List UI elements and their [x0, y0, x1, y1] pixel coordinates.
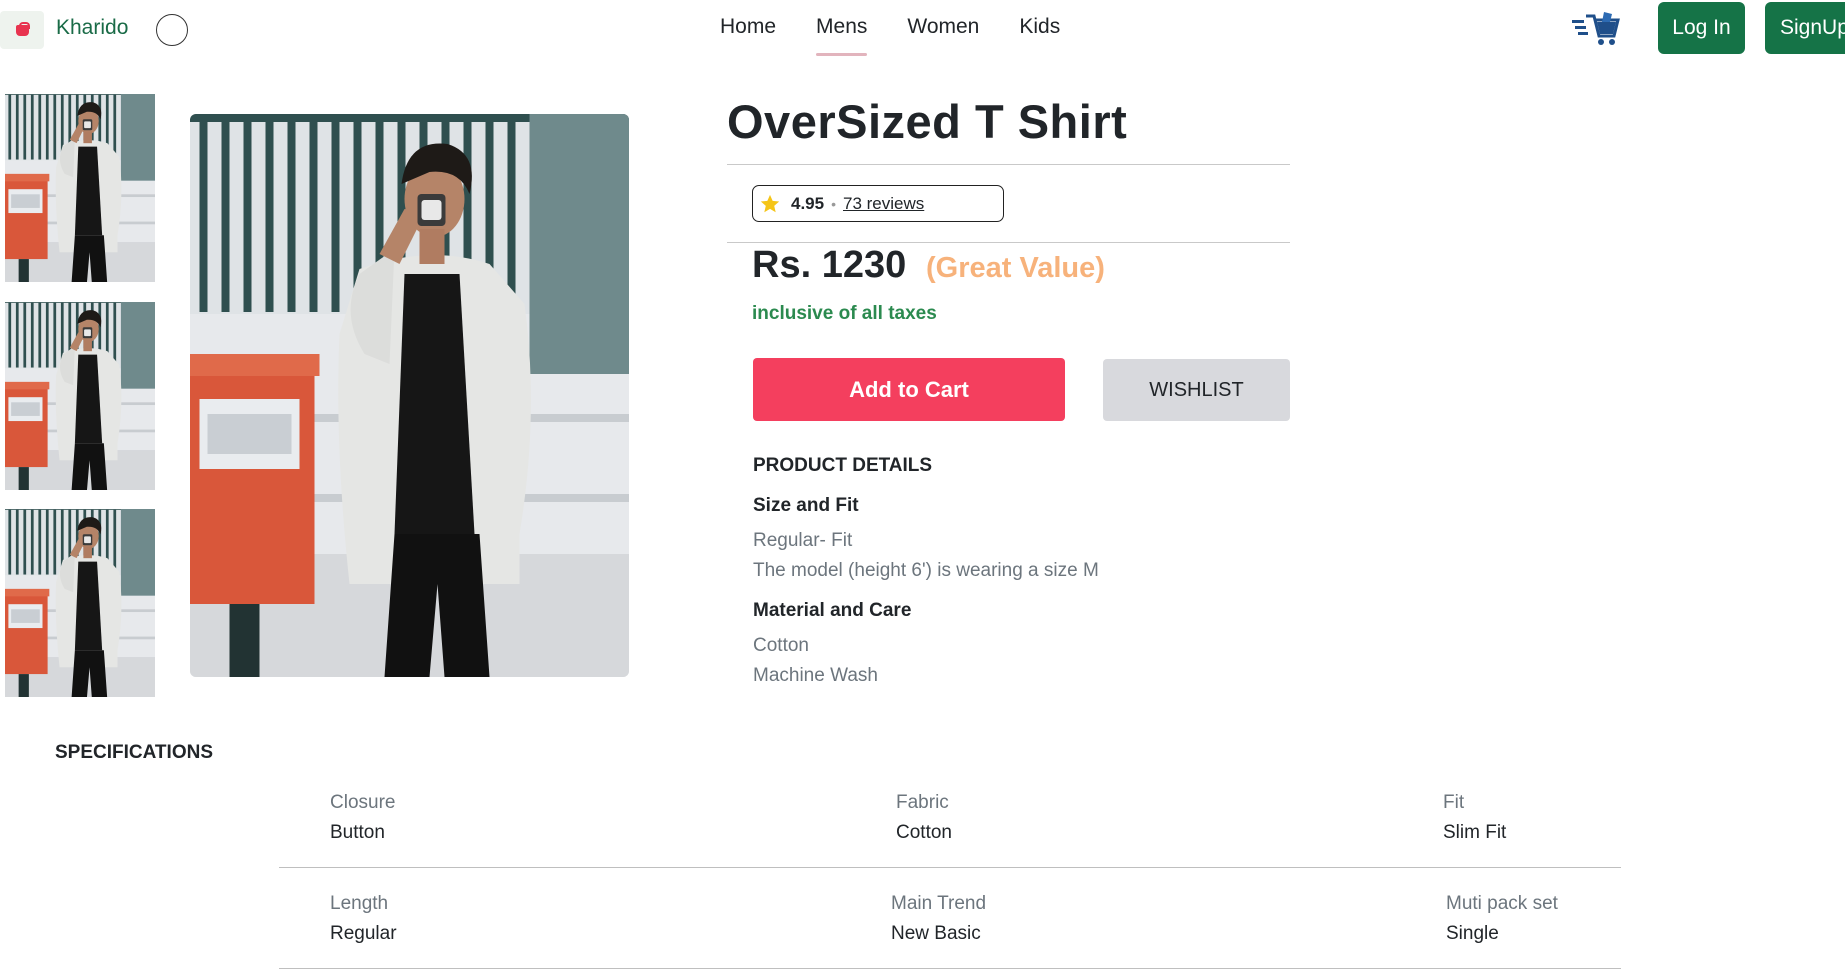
login-button[interactable]: Log In: [1658, 2, 1745, 54]
reviews-link[interactable]: 73 reviews: [843, 194, 924, 214]
product-thumbnail-image: [5, 302, 155, 490]
spec-divider: [279, 867, 1621, 868]
value-tag: (Great Value): [926, 252, 1105, 284]
divider: [727, 164, 1290, 165]
product-thumbnail-image: [5, 94, 155, 282]
product-main-image: [190, 114, 629, 677]
product-photo: [190, 114, 629, 677]
main-nav: Home Mens Women Kids: [700, 14, 1080, 56]
spec-value: New Basic: [891, 923, 981, 944]
spec-label: Main Trend: [891, 893, 987, 914]
spec-label: Fit: [1443, 792, 1465, 813]
nav-link-women[interactable]: Women: [887, 14, 999, 48]
product-thumbnail[interactable]: [5, 509, 155, 697]
signup-button[interactable]: SignUp: [1765, 2, 1845, 54]
size-fit-line: The model (height 6') is wearing a size …: [753, 560, 1099, 581]
material-care-line: Machine Wash: [753, 665, 878, 686]
spec-label: Length: [330, 893, 389, 914]
taxes-note: inclusive of all taxes: [752, 303, 937, 324]
nav-link-kids[interactable]: Kids: [999, 14, 1080, 48]
spec-value: Button: [330, 822, 385, 843]
product-title: OverSized T Shirt: [727, 95, 1128, 148]
rating-separator: •: [831, 195, 836, 212]
spec-label: Fabric: [896, 792, 949, 813]
material-care-line: Cotton: [753, 635, 809, 656]
spec-label: Closure: [330, 792, 396, 813]
nav-link-mens[interactable]: Mens: [796, 14, 887, 56]
wishlist-button[interactable]: WISHLIST: [1103, 359, 1290, 421]
divider: [727, 242, 1290, 243]
size-fit-heading: Size and Fit: [753, 495, 859, 516]
rating-value: 4.95: [791, 193, 825, 213]
shopping-cart-icon[interactable]: [1572, 6, 1620, 48]
brand-name[interactable]: Kharido: [56, 16, 128, 40]
spec-value: Slim Fit: [1443, 822, 1507, 843]
navbar: Kharido Home Mens Women Kids Log In Sign…: [0, 0, 1845, 58]
theme-toggle-button[interactable]: [156, 14, 188, 46]
brand-logo[interactable]: [0, 11, 44, 49]
spec-value: Single: [1446, 923, 1499, 944]
shopping-bag-icon: [15, 21, 30, 36]
product-details-heading: PRODUCT DETAILS: [753, 455, 933, 476]
size-fit-line: Regular- Fit: [753, 530, 853, 551]
product-price: Rs. 1230: [752, 244, 907, 286]
material-care-heading: Material and Care: [753, 600, 912, 621]
spec-value: Regular: [330, 923, 397, 944]
add-to-cart-button[interactable]: Add to Cart: [753, 358, 1065, 421]
product-thumbnail[interactable]: [5, 302, 155, 490]
specifications-heading: SPECIFICATIONS: [55, 742, 213, 763]
spec-label: Muti pack set: [1446, 893, 1558, 914]
product-thumbnail-image: [5, 509, 155, 697]
star-icon: [760, 194, 780, 212]
spec-divider: [279, 968, 1621, 969]
product-thumbnail[interactable]: [5, 94, 155, 282]
spec-value: Cotton: [896, 822, 952, 843]
nav-link-home[interactable]: Home: [700, 14, 796, 48]
rating-badge[interactable]: 4.95 • 73 reviews: [752, 185, 1004, 222]
